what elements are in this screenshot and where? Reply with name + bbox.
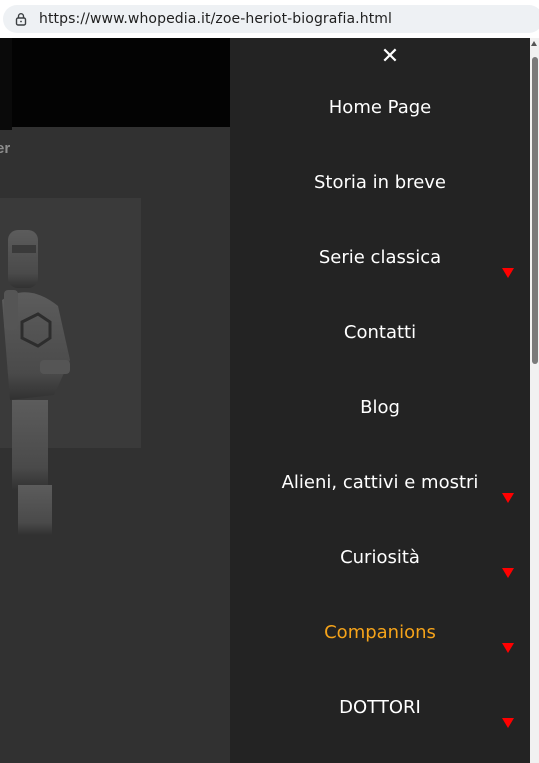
- background-page: a er: [0, 38, 230, 763]
- close-menu-button[interactable]: ✕: [378, 46, 402, 68]
- character-photo: [2, 230, 70, 535]
- header-left-strip: [0, 38, 12, 130]
- lock-icon[interactable]: [14, 12, 28, 26]
- scroll-up-arrow-icon[interactable]: [531, 41, 537, 46]
- menu-item-serie-classica[interactable]: Serie classica: [230, 238, 530, 278]
- url-text[interactable]: https://www.whopedia.it/zoe-heriot-biogr…: [39, 11, 392, 27]
- page-subtitle-fragment: er: [0, 140, 11, 157]
- url-field[interactable]: https://www.whopedia.it/zoe-heriot-biogr…: [3, 5, 539, 33]
- menu-item-dottori[interactable]: DOTTORI: [230, 688, 530, 728]
- menu-item-companions[interactable]: Companions: [230, 613, 530, 653]
- submenu-arrow-alieni-icon[interactable]: [502, 493, 514, 503]
- menu-item-alieni-cattivi-e-mostri[interactable]: Alieni, cattivi e mostri: [230, 463, 530, 503]
- submenu-arrow-dottori-icon[interactable]: [502, 718, 514, 728]
- browser-address-bar: https://www.whopedia.it/zoe-heriot-biogr…: [0, 0, 539, 38]
- menu-item-blog[interactable]: Blog: [230, 388, 530, 428]
- scrollbar-thumb[interactable]: [532, 57, 538, 364]
- menu-item-curiosita[interactable]: Curiosità: [230, 538, 530, 578]
- submenu-arrow-curiosita-icon[interactable]: [502, 568, 514, 578]
- submenu-arrow-companions-icon[interactable]: [502, 643, 514, 653]
- submenu-arrow-serie-classica-icon[interactable]: [502, 268, 514, 278]
- vertical-scrollbar[interactable]: [530, 38, 539, 763]
- menu-item-storia-in-breve[interactable]: Storia in breve: [230, 163, 530, 203]
- menu-item-home-page[interactable]: Home Page: [230, 88, 530, 128]
- menu-item-contatti[interactable]: Contatti: [230, 313, 530, 353]
- site-header: a: [0, 38, 230, 127]
